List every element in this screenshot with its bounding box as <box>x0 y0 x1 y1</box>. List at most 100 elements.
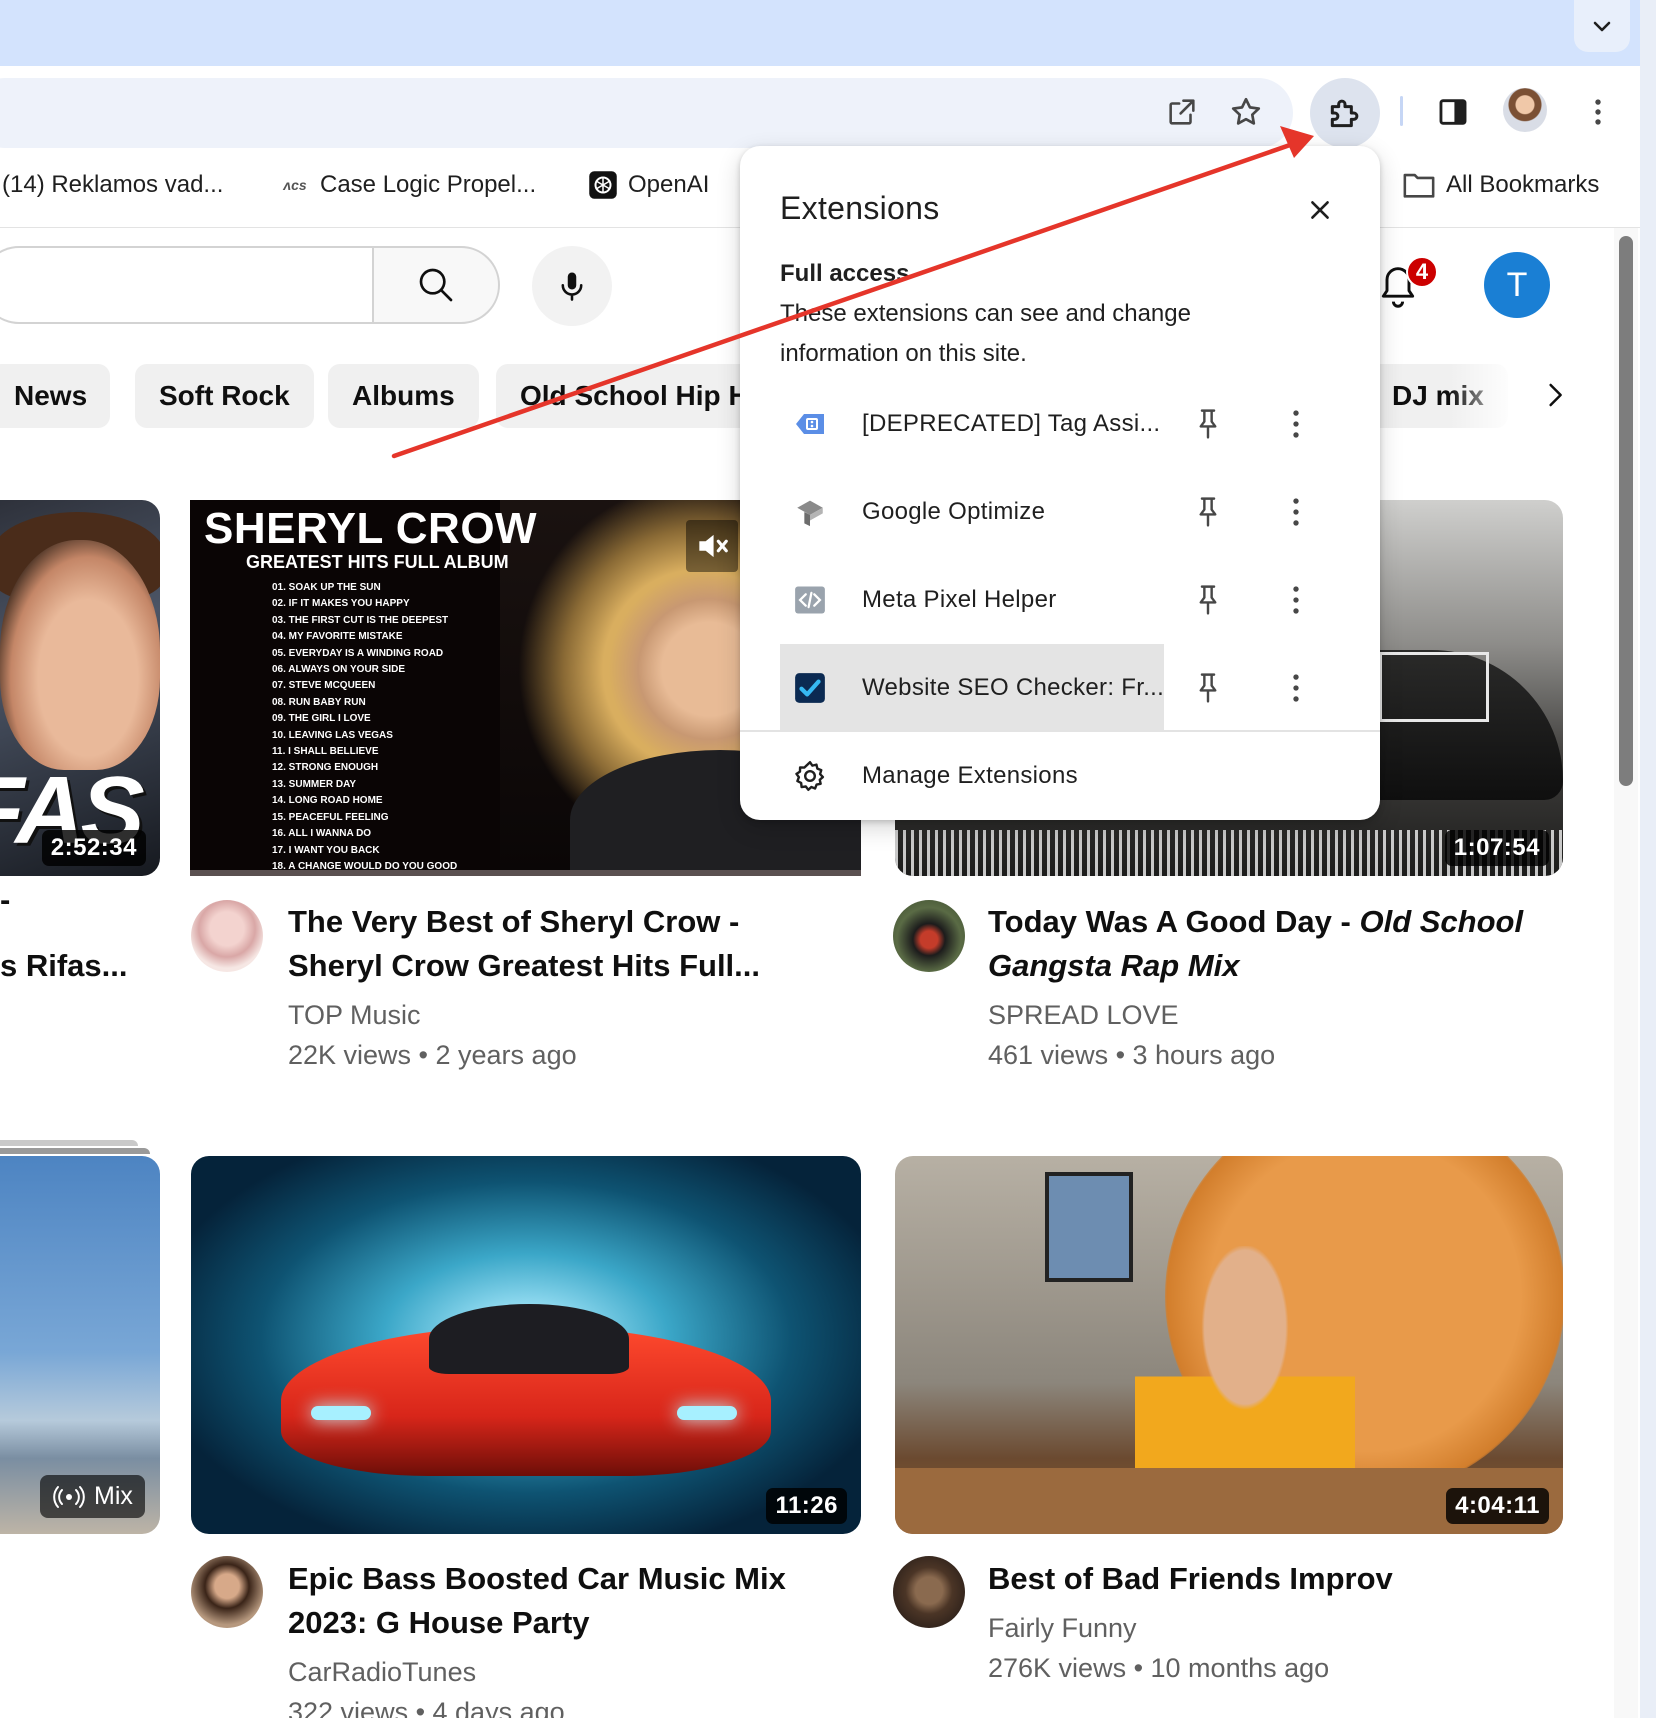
video-title[interactable]: The Very Best of Sheryl Crow - Sheryl Cr… <box>288 900 760 988</box>
search-button[interactable] <box>372 246 500 324</box>
tracklist-item: 09. THE GIRL I LOVE <box>272 713 371 725</box>
microphone-icon <box>561 272 583 301</box>
chip-news[interactable]: News <box>0 364 110 428</box>
more-options-button[interactable] <box>1274 490 1318 534</box>
playback-progress <box>190 870 861 876</box>
close-button[interactable] <box>1300 190 1340 230</box>
tracklist-item: 01. SOAK UP THE SUN <box>272 582 381 593</box>
channel-avatar[interactable] <box>191 1556 263 1628</box>
mix-stack-edge <box>0 1140 138 1146</box>
browser-toolbar <box>0 66 1656 148</box>
tab-search-button[interactable] <box>1574 0 1630 52</box>
video-thumbnail[interactable]: FAS 2:52:34 <box>0 500 160 876</box>
tracklist-item: 10. LEAVING LAS VEGAS <box>272 729 393 741</box>
user-avatar[interactable]: T <box>1484 252 1550 318</box>
pin-button[interactable] <box>1186 578 1230 622</box>
bookmark-star-icon[interactable] <box>1226 92 1266 132</box>
pin-button[interactable] <box>1186 490 1230 534</box>
tracklist-item: 14. LONG ROAD HOME <box>272 795 383 807</box>
channel-name[interactable]: CarRadioTunes <box>288 1652 476 1692</box>
thumbnail-subtitle: GREATEST HITS FULL ALBUM <box>246 552 509 572</box>
channel-name[interactable]: SPREAD LOVE <box>988 995 1179 1035</box>
all-bookmarks-button[interactable]: All Bookmarks <box>1402 168 1599 202</box>
pin-button[interactable] <box>1186 666 1230 710</box>
gear-icon <box>790 756 830 796</box>
chevron-right-icon <box>1549 383 1562 407</box>
browser-window-edge <box>1640 0 1656 1718</box>
tracklist-item: 15. PEACEFUL FEELING <box>272 811 389 823</box>
seo-checker-icon <box>790 668 830 708</box>
more-options-button[interactable] <box>1274 578 1318 622</box>
voice-search-button[interactable] <box>532 246 612 326</box>
tracklist-item: 12. STRONG ENOUGH <box>272 762 379 774</box>
bookmark-item[interactable]: OpenAI <box>588 168 709 202</box>
pin-icon <box>1199 585 1217 615</box>
mute-button[interactable] <box>686 520 738 572</box>
video-title[interactable]: Best of Bad Friends Improv <box>988 1557 1393 1601</box>
extension-item[interactable]: Google Optimize <box>780 468 1164 556</box>
chevron-down-icon <box>1593 21 1611 32</box>
more-options-button[interactable] <box>1274 666 1318 710</box>
video-title[interactable]: - <box>0 880 10 920</box>
search-icon <box>419 268 453 302</box>
more-vert-icon <box>1293 410 1299 438</box>
channel-name[interactable]: Fairly Funny <box>988 1608 1137 1648</box>
more-vert-icon[interactable] <box>1578 92 1618 132</box>
case-logic-favicon-icon: ʌcs <box>283 177 307 193</box>
pin-button[interactable] <box>1186 402 1230 446</box>
tracklist-item: 05. EVERYDAY IS A WINDING ROAD <box>272 647 444 659</box>
popup-title: Extensions <box>780 190 940 226</box>
video-stats: 276K views • 10 months ago <box>988 1653 1330 1683</box>
address-bar[interactable] <box>0 78 1293 148</box>
channel-avatar[interactable] <box>191 900 263 972</box>
side-panel-icon[interactable] <box>1432 92 1474 132</box>
puzzle-icon <box>1330 99 1359 128</box>
notification-count-badge: 4 <box>1406 256 1438 288</box>
bookmark-item[interactable]: (14) Reklamos vad... <box>2 168 223 202</box>
thumbnail-art <box>311 1406 371 1420</box>
tracklist-item: 06. ALWAYS ON YOUR SIDE <box>272 664 406 676</box>
channel-name[interactable]: TOP Music <box>288 995 421 1035</box>
profile-avatar[interactable] <box>1503 88 1547 132</box>
manage-extensions-button[interactable]: Manage Extensions <box>780 746 1340 806</box>
section-title: Full access <box>780 260 910 287</box>
openai-favicon-icon <box>588 170 618 200</box>
mix-badge: Mix <box>40 1475 145 1518</box>
tracklist-item: 17. I WANT YOU BACK <box>272 844 380 856</box>
popup-divider <box>740 730 1380 732</box>
video-stats: 322 views • 4 days ago <box>288 1697 565 1718</box>
bookmark-item[interactable]: ʌcs Case Logic Propel... <box>280 168 536 202</box>
video-thumbnail[interactable]: 4:04:11 <box>895 1156 1563 1534</box>
thumbnail-art <box>1045 1172 1133 1282</box>
broadcast-icon <box>53 1485 85 1508</box>
chips-next-button[interactable] <box>1530 370 1580 420</box>
video-thumbnail[interactable]: Mix <box>0 1156 160 1534</box>
thumbnail-tracklist: 01. SOAK UP THE SUN 02. IF IT MAKES YOU H… <box>272 580 457 875</box>
search-input[interactable] <box>0 246 372 324</box>
chip-albums[interactable]: Albums <box>328 364 479 428</box>
meta-pixel-icon <box>790 580 830 620</box>
thumbnail-art <box>677 1406 737 1420</box>
close-icon <box>1311 201 1329 219</box>
section-description: These extensions can see and change info… <box>780 300 1191 367</box>
thumbnail-art <box>429 1304 629 1374</box>
chip-soft-rock[interactable]: Soft Rock <box>135 364 314 428</box>
video-title[interactable]: s Rifas... <box>0 944 128 988</box>
video-title[interactable]: Today Was A Good Day - Old School Gangst… <box>988 900 1523 988</box>
extension-item[interactable]: Meta Pixel Helper <box>780 556 1164 644</box>
extension-item[interactable]: [DEPRECATED] Tag Assi... <box>780 380 1164 468</box>
video-title[interactable]: Epic Bass Boosted Car Music Mix 2023: G … <box>288 1557 786 1645</box>
video-thumbnail[interactable]: 11:26 <box>191 1156 861 1534</box>
channel-avatar[interactable] <box>893 1556 965 1628</box>
video-stats: 22K views • 2 years ago <box>288 1040 577 1070</box>
pin-icon <box>1199 409 1217 439</box>
pin-icon <box>1199 673 1217 703</box>
thumbnail-art <box>0 540 160 770</box>
more-vert-icon <box>1293 586 1299 614</box>
channel-avatar[interactable] <box>893 900 965 972</box>
scrollbar-thumb[interactable] <box>1619 236 1633 786</box>
more-options-button[interactable] <box>1274 402 1318 446</box>
share-icon[interactable] <box>1162 92 1202 132</box>
extensions-button[interactable] <box>1310 78 1380 148</box>
extension-item[interactable]: Website SEO Checker: Fr... <box>780 644 1164 732</box>
